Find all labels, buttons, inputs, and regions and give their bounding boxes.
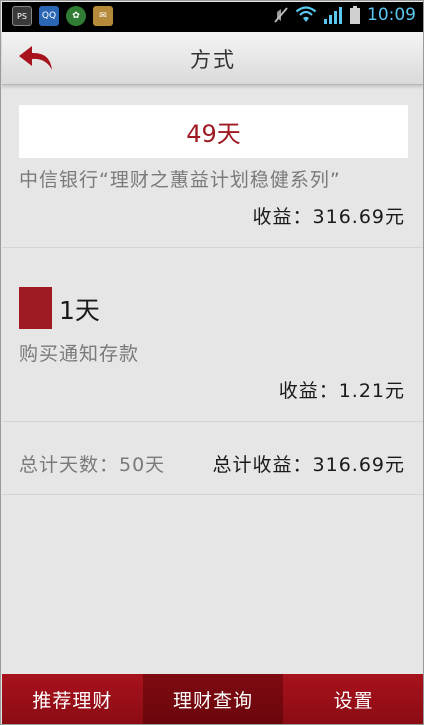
system-indicators: 10:09 bbox=[273, 5, 416, 25]
wifi-icon bbox=[295, 6, 317, 22]
plan2-days: 1天 bbox=[59, 296, 100, 325]
ps-app-icon: PS bbox=[12, 6, 32, 26]
plan2-product-name: 购买通知存款 bbox=[19, 343, 140, 365]
status-bar: PS QQ ✿ ✉ 10:09 bbox=[2, 2, 423, 32]
notification-icons: PS QQ ✿ ✉ bbox=[12, 6, 113, 26]
total-earnings: 总计收益：316.69元 bbox=[212, 454, 405, 476]
plan1-earnings: 收益：316.69元 bbox=[252, 206, 405, 228]
clock: 10:09 bbox=[367, 5, 416, 25]
battery-icon bbox=[350, 6, 360, 24]
mute-icon bbox=[274, 7, 288, 23]
plan1-days: 49天 bbox=[186, 120, 241, 148]
app-frame: PS QQ ✿ ✉ 10:09 方式 49天 中信银行“理财之蕙益计划稳健系列”… bbox=[0, 0, 424, 725]
plan2-earnings: 收益：1.21元 bbox=[278, 380, 405, 402]
message-app-icon: ✉ bbox=[93, 6, 113, 26]
qq-app-icon: QQ bbox=[39, 6, 59, 26]
total-days: 总计天数：50天 bbox=[19, 454, 166, 476]
nav-recommended[interactable]: 推荐理财 bbox=[2, 674, 143, 724]
plan2-color-marker bbox=[19, 287, 52, 329]
plan1-days-box: 49天 bbox=[19, 105, 408, 158]
divider bbox=[2, 247, 423, 248]
signal-icon bbox=[324, 7, 342, 24]
bottom-nav: 推荐理财 理财查询 设置 bbox=[2, 674, 423, 724]
divider bbox=[2, 494, 423, 495]
game-app-icon: ✿ bbox=[66, 6, 86, 26]
divider bbox=[2, 421, 423, 422]
page-title: 方式 bbox=[190, 48, 236, 72]
app-header: 方式 bbox=[2, 32, 423, 85]
plan1-product-name: 中信银行“理财之蕙益计划稳健系列” bbox=[19, 169, 341, 191]
nav-query[interactable]: 理财查询 bbox=[142, 674, 284, 724]
nav-settings[interactable]: 设置 bbox=[283, 674, 423, 724]
